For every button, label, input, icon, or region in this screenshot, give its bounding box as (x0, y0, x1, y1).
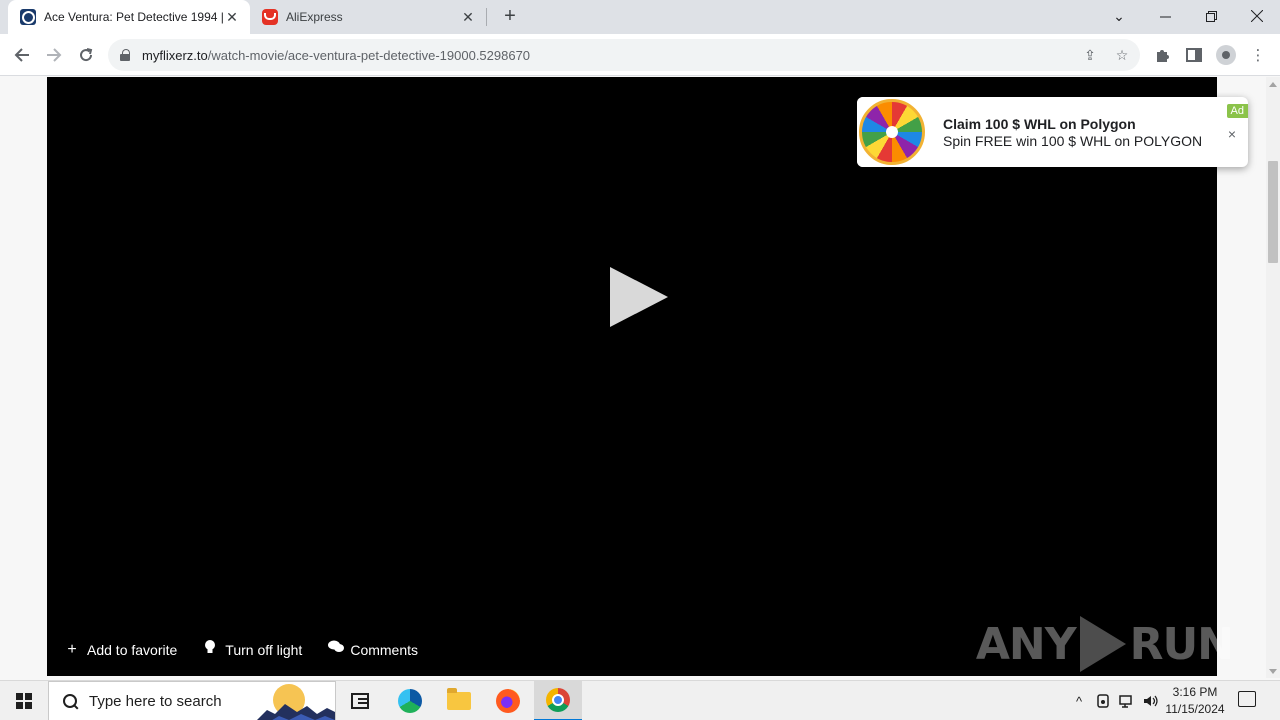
turn-off-light-label: Turn off light (225, 641, 303, 658)
watermark-left: ANY (975, 618, 1077, 670)
restore-button[interactable] (1188, 0, 1234, 32)
movie-site-icon (20, 9, 36, 25)
search-highlight-illustration (257, 684, 335, 720)
share-icon[interactable]: ⇪ (1082, 47, 1098, 63)
notification-center-icon[interactable] (1238, 691, 1256, 707)
close-tab-icon[interactable]: ✕ (224, 9, 240, 26)
ad-text: Claim 100 $ WHL on Polygon Spin FREE win… (943, 116, 1202, 149)
restore-icon (1205, 10, 1217, 22)
address-bar[interactable]: myflixerz.to/watch-movie/ace-ventura-pet… (108, 39, 1140, 71)
clock-time: 3:16 PM (1172, 685, 1218, 699)
search-icon (60, 691, 80, 711)
plus-icon: + (67, 640, 77, 658)
file-explorer-taskbar-button[interactable] (435, 681, 483, 720)
device-icon[interactable] (1094, 691, 1112, 711)
menu-kebab-icon[interactable]: ⋮ (1248, 45, 1268, 65)
task-view-icon (351, 693, 369, 709)
reload-icon (80, 48, 93, 62)
edge-taskbar-button[interactable] (386, 681, 434, 720)
back-arrow-icon (14, 48, 29, 62)
close-tab-icon[interactable]: ✕ (460, 9, 476, 26)
extensions-icon[interactable] (1152, 45, 1172, 65)
side-panel-glyph (1186, 48, 1202, 62)
page-scrollbar[interactable] (1266, 77, 1280, 678)
reload-button[interactable] (72, 41, 100, 69)
bookmark-star-icon[interactable]: ☆ (1114, 47, 1130, 63)
system-clock[interactable]: 3:16 PM 11/15/2024 (1162, 684, 1228, 718)
comments-button[interactable]: Comments (328, 640, 418, 659)
aliexpress-icon (262, 9, 278, 25)
url-domain: myflixerz.to (142, 47, 208, 63)
network-icon[interactable] (1118, 691, 1136, 711)
ad-subtitle: Spin FREE win 100 $ WHL on POLYGON (943, 132, 1203, 149)
start-button[interactable] (0, 681, 48, 720)
tab-aliexpress[interactable]: AliExpress ✕ (250, 0, 486, 34)
watermark-play-icon (1079, 616, 1126, 672)
edge-icon (398, 689, 422, 713)
tab-divider (486, 8, 487, 26)
ad-close-icon[interactable]: × (1228, 126, 1236, 142)
close-icon (1251, 10, 1263, 22)
browser-toolbar: myflixerz.to/watch-movie/ace-ventura-pet… (0, 34, 1280, 76)
close-window-button[interactable] (1234, 0, 1280, 32)
url-text[interactable]: myflixerz.to/watch-movie/ace-ventura-pet… (142, 48, 530, 63)
watermark-right: RUN (1129, 618, 1234, 670)
clock-date: 11/15/2024 (1165, 702, 1225, 716)
firefox-icon (496, 689, 520, 713)
scrollbar-thumb[interactable] (1268, 161, 1278, 263)
lightbulb-icon (203, 639, 217, 660)
minimize-button[interactable] (1142, 0, 1188, 32)
side-panel-icon[interactable] (1184, 45, 1204, 65)
add-to-favorite-label: Add to favorite (87, 641, 178, 658)
folder-icon (447, 688, 471, 710)
tab-title: Ace Ventura: Pet Detective 1994 | (44, 10, 224, 24)
lock-icon[interactable] (120, 49, 130, 61)
chrome-icon (546, 688, 570, 712)
scroll-down-arrow-icon[interactable] (1269, 669, 1277, 674)
volume-icon[interactable] (1142, 691, 1160, 711)
turn-off-light-button[interactable]: Turn off light (203, 639, 302, 660)
ad-title: Claim 100 $ WHL on Polygon (943, 115, 1136, 132)
tab-search-icon[interactable]: ⌄ (1096, 0, 1142, 32)
ad-popup[interactable]: Claim 100 $ WHL on Polygon Spin FREE win… (857, 97, 1248, 167)
profile-avatar-icon[interactable] (1216, 45, 1236, 65)
player-action-bar: + Add to favorite Turn off light Comment… (65, 639, 418, 660)
show-hidden-icons-chevron-icon[interactable]: ^ (1070, 691, 1088, 711)
back-button[interactable] (8, 41, 36, 69)
tab-strip: Ace Ventura: Pet Detective 1994 | ✕ AliE… (0, 0, 1280, 34)
chrome-taskbar-button[interactable] (534, 681, 582, 720)
search-placeholder: Type here to search (89, 692, 222, 710)
tab-ace-ventura[interactable]: Ace Ventura: Pet Detective 1994 | ✕ (8, 0, 250, 34)
task-view-button[interactable] (336, 681, 384, 720)
forward-arrow-icon (47, 48, 62, 62)
tab-title: AliExpress (286, 10, 343, 24)
minimize-icon (1159, 16, 1171, 17)
prize-wheel-image (857, 97, 927, 167)
anyrun-watermark: ANY RUN (975, 616, 1234, 672)
ad-badge: Ad (1226, 104, 1248, 118)
wheel-graphic (859, 99, 925, 165)
forward-button[interactable] (40, 41, 68, 69)
comments-label: Comments (350, 641, 419, 658)
firefox-taskbar-button[interactable] (484, 681, 532, 720)
page-content: + Add to favorite Turn off light Comment… (0, 77, 1266, 678)
taskbar-search-box[interactable]: Type here to search (48, 681, 336, 720)
windows-taskbar: Type here to search ^ 3:16 PM 11/15/2024 (0, 680, 1280, 720)
new-tab-button[interactable]: + (498, 5, 522, 29)
comments-icon (328, 640, 345, 659)
play-icon[interactable] (610, 267, 668, 327)
puzzle-icon (1157, 50, 1169, 62)
scroll-up-arrow-icon[interactable] (1269, 82, 1277, 87)
windows-logo-icon (16, 693, 32, 709)
url-path: /watch-movie/ace-ventura-pet-detective-1… (207, 47, 531, 63)
add-to-favorite-button[interactable]: + Add to favorite (65, 641, 177, 659)
